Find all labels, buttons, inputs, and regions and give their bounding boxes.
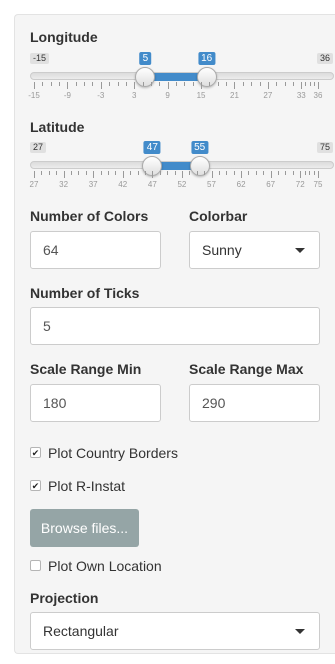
scale-min-input[interactable]: 180 (30, 384, 161, 422)
latitude-tick (211, 171, 213, 178)
latitude-minor-tick (85, 171, 87, 175)
latitude-minor-tick (204, 171, 206, 175)
latitude-tick (122, 171, 124, 178)
colorbar-value: Sunny (202, 242, 242, 258)
latitude-max-label: 75 (316, 142, 333, 153)
latitude-minor-tick (233, 171, 235, 175)
latitude-tick-label: 52 (177, 180, 187, 189)
latitude-minor-tick (196, 171, 198, 175)
latitude-tick (34, 171, 35, 178)
latitude-minor-tick (248, 171, 250, 175)
latitude-tick-label: 67 (266, 180, 276, 189)
latitude-minor-tick (218, 171, 220, 175)
latitude-minor-tick (115, 171, 117, 175)
plot-borders-label: Plot Country Borders (48, 445, 178, 461)
latitude-minor-tick (137, 171, 139, 175)
latitude-minor-tick (174, 171, 176, 175)
latitude-min-label: 27 (30, 142, 47, 153)
latitude-tick (152, 171, 154, 178)
plot-own-location-label: Plot Own Location (48, 558, 162, 574)
latitude-tick-label: 62 (236, 180, 246, 189)
browse-files-button[interactable]: Browse files... (30, 509, 139, 547)
latitude-minor-tick (255, 171, 257, 175)
latitude-minor-tick (313, 171, 315, 175)
latitude-to-handle[interactable] (189, 156, 210, 176)
latitude-minor-tick (304, 171, 306, 175)
latitude-tick-label: 32 (59, 180, 69, 189)
latitude-minor-tick (285, 171, 287, 175)
sidebar-panel: Longitude -15 36 5 16 -15 -9 -3 3 9 15 21 27 33 3… (14, 14, 335, 654)
chevron-down-icon (295, 629, 305, 634)
latitude-minor-tick (130, 171, 132, 175)
latitude-minor-tick (78, 171, 80, 175)
latitude-minor-tick (159, 171, 161, 175)
latitude-minor-tick (167, 171, 169, 175)
chevron-down-icon (295, 248, 305, 253)
plot-own-location-checkbox[interactable] (30, 560, 41, 571)
scale-max-input[interactable]: 290 (189, 384, 320, 422)
latitude-tick (63, 171, 65, 178)
projection-select[interactable]: Rectangular (30, 612, 320, 650)
colorbar-select[interactable]: Sunny (189, 231, 320, 269)
latitude-minor-tick (70, 171, 72, 175)
projection-value: Rectangular (43, 623, 119, 639)
num-colors-input[interactable]: 64 (30, 231, 161, 269)
latitude-tick (318, 171, 319, 178)
latitude-tick-label: 72 (295, 180, 305, 189)
latitude-from-value: 47 (143, 141, 161, 154)
projection-label: Projection (30, 590, 99, 606)
latitude-minor-tick (100, 171, 102, 175)
latitude-minor-tick (189, 171, 191, 175)
latitude-minor-tick (292, 171, 294, 175)
latitude-tick-label: 37 (88, 180, 98, 189)
latitude-tick (270, 171, 272, 178)
latitude-slider[interactable]: 27 75 47 55 27 32 37 42 47 52 57 62 67 72 75 (15, 15, 335, 215)
colorbar-label: Colorbar (189, 208, 248, 224)
latitude-minor-tick (41, 171, 43, 175)
plot-rinstat-label: Plot R-Instat (48, 478, 126, 494)
latitude-minor-tick (48, 171, 50, 175)
latitude-minor-tick (56, 171, 58, 175)
latitude-tick-label: 42 (118, 180, 128, 189)
plot-borders-checkbox[interactable]: ✔ (30, 447, 41, 458)
num-ticks-input[interactable]: 5 (30, 307, 320, 345)
latitude-minor-tick (226, 171, 228, 175)
plot-rinstat-checkbox[interactable]: ✔ (30, 480, 41, 491)
latitude-minor-tick (263, 171, 265, 175)
latitude-tick-label: 47 (147, 180, 157, 189)
latitude-minor-tick (144, 171, 146, 175)
latitude-to-value: 55 (191, 141, 209, 154)
latitude-tick (241, 171, 243, 178)
latitude-minor-tick (107, 171, 109, 175)
scale-max-label: Scale Range Max (189, 361, 304, 377)
latitude-tick-label: 27 (29, 180, 39, 189)
latitude-tick (300, 171, 302, 178)
num-colors-label: Number of Colors (30, 208, 149, 224)
scale-min-label: Scale Range Min (30, 361, 142, 377)
latitude-tick (181, 171, 183, 178)
latitude-minor-tick (278, 171, 280, 175)
latitude-minor-tick (309, 171, 311, 175)
latitude-tick (93, 171, 95, 178)
num-ticks-label: Number of Ticks (30, 285, 140, 301)
latitude-tick-label: 57 (207, 180, 216, 189)
latitude-tick-label: 75 (313, 180, 323, 189)
